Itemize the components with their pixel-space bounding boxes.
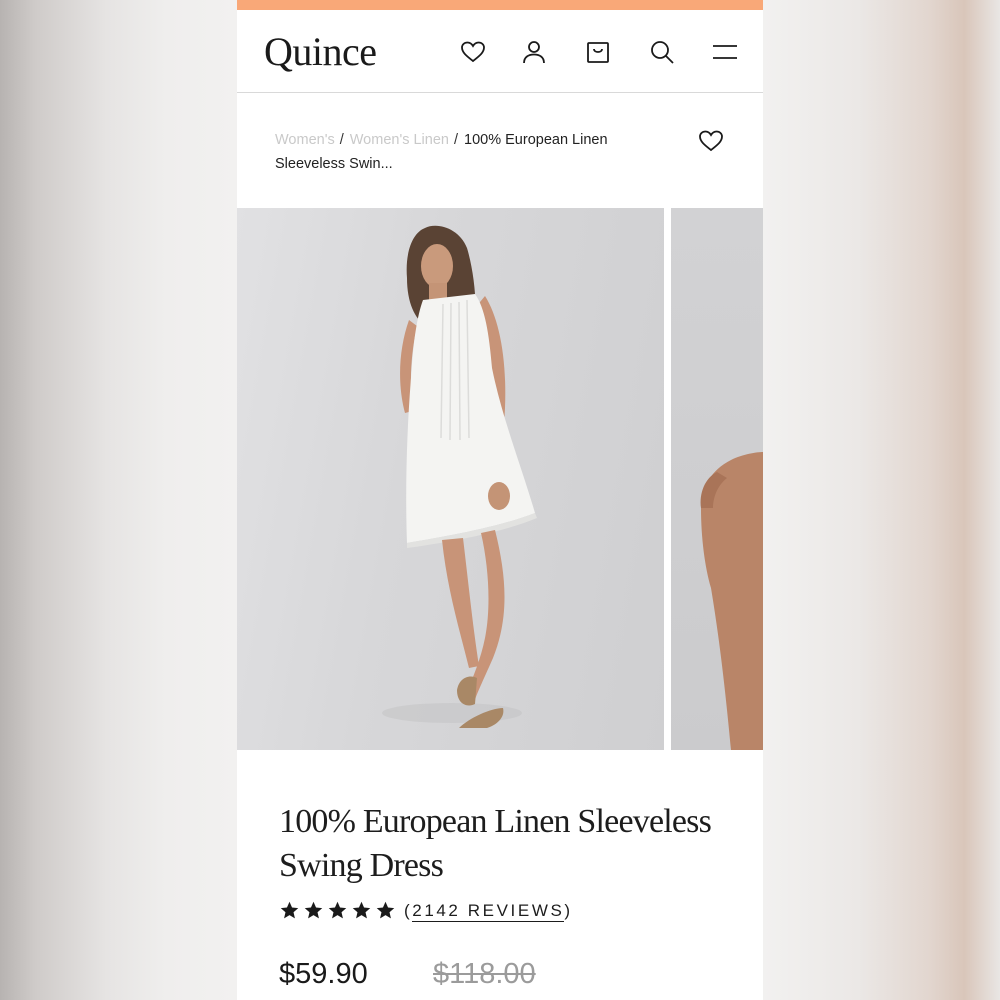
breadcrumb: Women's / Women's Linen/100% European Line…	[275, 128, 655, 176]
breadcrumb-womens[interactable]: Women's	[275, 132, 335, 148]
menu-icon[interactable]	[710, 37, 740, 67]
background-left	[0, 0, 237, 1000]
bag-icon[interactable]	[583, 37, 613, 67]
heart-icon[interactable]	[458, 37, 488, 67]
product-photo-detail[interactable]	[671, 208, 763, 750]
original-price: $118.00	[433, 958, 536, 990]
search-icon[interactable]	[647, 37, 677, 67]
product-title: 100% European Linen Sleeveless Swing Dre…	[279, 803, 712, 884]
brand-logo[interactable]: Quince	[264, 28, 377, 75]
star-icon	[328, 901, 347, 919]
breadcrumb-womens-linen[interactable]: Women's Linen	[350, 132, 449, 148]
wishlist-heart-icon[interactable]	[697, 127, 727, 155]
star-icon	[304, 901, 323, 919]
rating-stars	[279, 900, 396, 921]
star-icon	[352, 901, 371, 919]
star-icon	[280, 901, 299, 919]
star-icon	[376, 901, 395, 919]
account-icon[interactable]	[519, 37, 549, 67]
product-photo-front[interactable]	[237, 208, 664, 750]
reviews-count[interactable]: 2142 REVIEWS	[412, 900, 565, 922]
mobile-screen: Quince Women's / Women's Linen / 100% Eu…	[237, 0, 763, 1000]
breadcrumb-separator: /	[339, 132, 344, 148]
product-rating: (2142 REVIEWS)	[279, 900, 573, 922]
reviews-close-paren: )	[564, 900, 573, 920]
promo-bar	[237, 0, 763, 10]
product-gallery[interactable]	[237, 208, 763, 750]
sale-price: $59.90	[279, 958, 368, 990]
reviews-link[interactable]: (2142 REVIEWS)	[404, 900, 573, 922]
background-right	[763, 0, 1000, 1000]
breadcrumb-separator: /	[453, 132, 459, 148]
site-header: Quince	[237, 10, 763, 93]
